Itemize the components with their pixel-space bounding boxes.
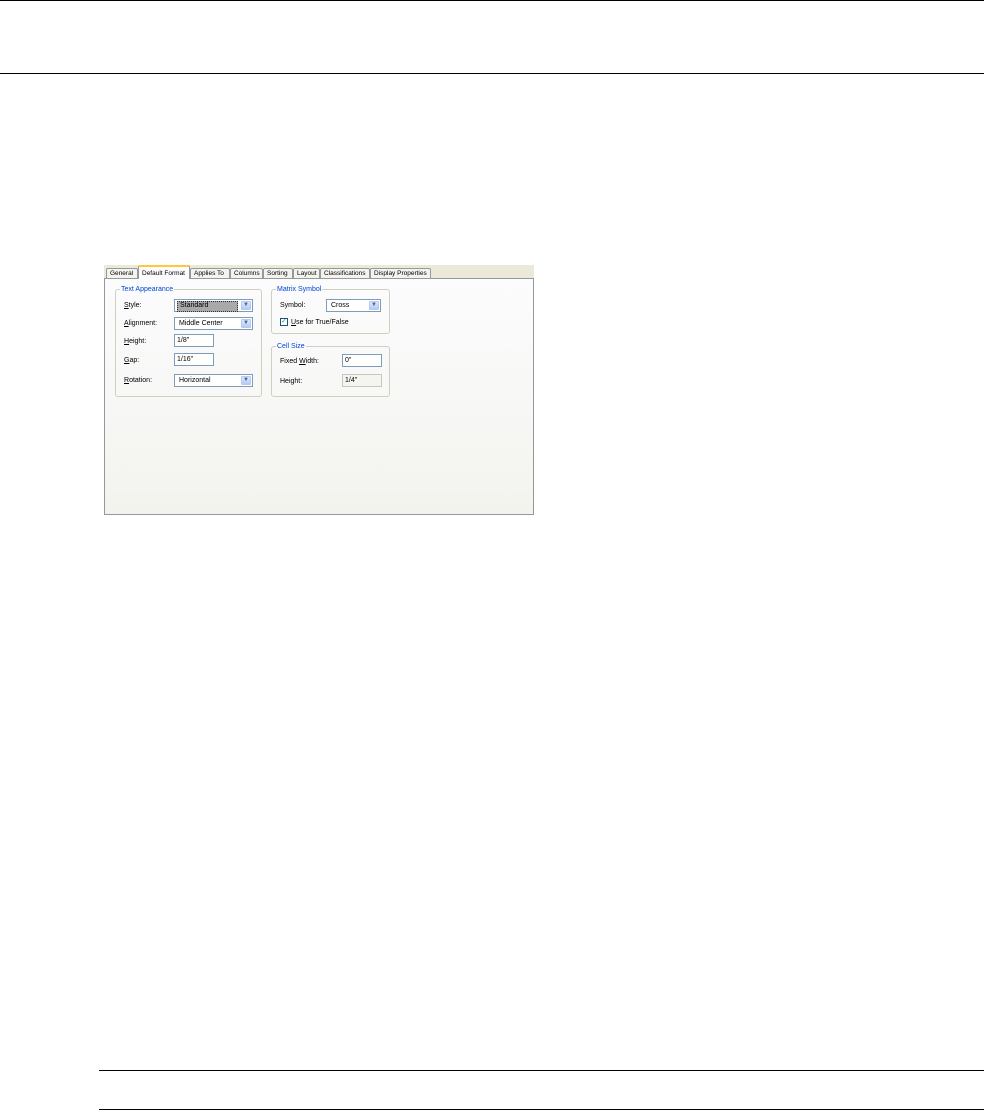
style-dropdown[interactable]: Standard ▼ — [174, 299, 253, 312]
style-value: Standard — [177, 301, 238, 312]
chevron-down-icon[interactable]: ▼ — [241, 376, 251, 385]
text-appearance-group: Text Appearance Style: Standard ▼ Alignm… — [115, 285, 262, 397]
chevron-down-icon[interactable]: ▼ — [241, 301, 251, 310]
tab-default-format[interactable]: Default Format — [138, 265, 190, 279]
header-rule-top — [0, 0, 984, 1]
matrix-symbol-title: Matrix Symbol — [276, 285, 323, 294]
rotation-dropdown[interactable]: Horizontal ▼ — [174, 374, 253, 387]
height-input[interactable]: 1/8" — [174, 334, 214, 347]
fixed-width-input[interactable]: 0" — [342, 354, 382, 367]
checkmark-icon: ✓ — [281, 318, 287, 325]
rotation-value: Horizontal — [179, 377, 211, 384]
tab-layout[interactable]: Layout — [293, 268, 320, 278]
tab-classifications[interactable]: Classifications — [320, 268, 370, 278]
cell-size-title: Cell Size — [276, 342, 306, 351]
use-true-false-checkbox[interactable]: ✓ — [280, 318, 288, 326]
use-true-false-label[interactable]: Use for True/False — [291, 318, 349, 327]
height-label: Height: — [124, 338, 147, 345]
footer-rule-top — [99, 1070, 984, 1071]
fixed-width-label: Fixed Width: — [280, 358, 319, 365]
tab-applies-to[interactable]: Applies To — [190, 268, 230, 278]
text-appearance-title: Text Appearance — [120, 285, 175, 294]
rotation-label: Rotation: — [124, 377, 153, 384]
tab-sorting[interactable]: Sorting — [263, 268, 293, 278]
alignment-label: Alignment: — [124, 320, 158, 327]
tab-general[interactable]: General — [106, 268, 138, 278]
gap-input[interactable]: 1/16" — [174, 353, 214, 366]
alignment-value: Middle Center — [179, 320, 223, 327]
symbol-label: Symbol: — [280, 302, 306, 309]
cell-height-input[interactable]: 1/4" — [342, 374, 382, 387]
tab-display-properties[interactable]: Display Properties — [370, 268, 431, 278]
matrix-symbol-group: Matrix Symbol Symbol: Cross ▼ ✓ Use for … — [271, 285, 390, 334]
symbol-value: Cross — [331, 302, 350, 309]
header-rule-bottom — [0, 73, 984, 74]
symbol-dropdown[interactable]: Cross ▼ — [326, 299, 381, 312]
style-label: Style: — [124, 302, 142, 309]
chevron-down-icon[interactable]: ▼ — [241, 319, 251, 328]
tab-page-default-format: Text Appearance Style: Standard ▼ Alignm… — [104, 278, 534, 515]
cell-size-group: Cell Size Fixed Width: 0" Height: 1/4" — [271, 342, 390, 397]
alignment-dropdown[interactable]: Middle Center ▼ — [174, 317, 253, 330]
footer-rule-bottom — [99, 1109, 984, 1110]
gap-label: Gap: — [124, 357, 140, 364]
tab-columns[interactable]: Columns — [230, 268, 263, 278]
properties-dialog: General Default Format Applies To Column… — [104, 265, 534, 515]
cell-height-label: Height: — [280, 378, 303, 385]
chevron-down-icon[interactable]: ▼ — [369, 301, 379, 310]
